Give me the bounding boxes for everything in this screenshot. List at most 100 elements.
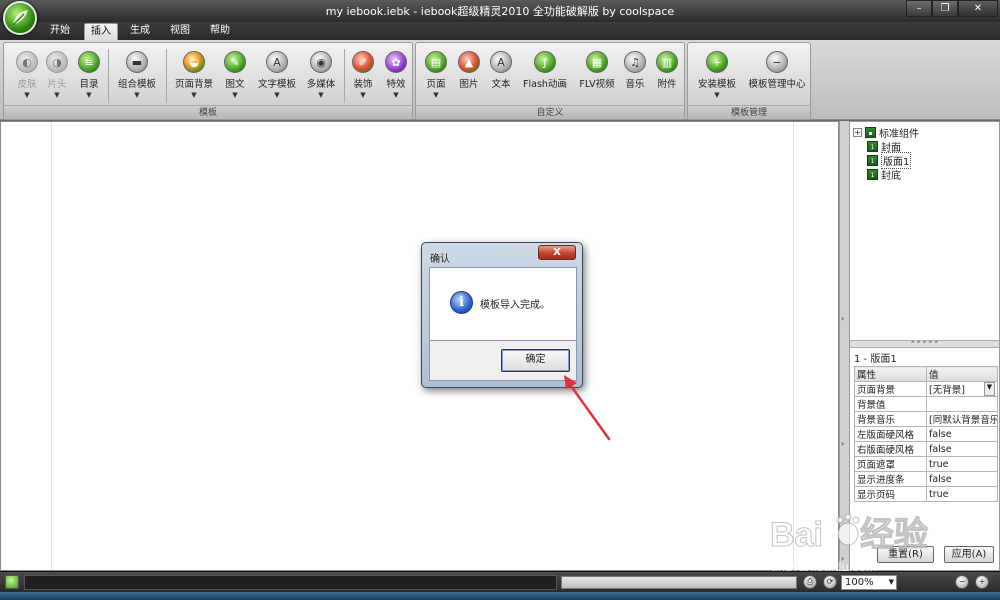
close-window-button[interactable]: ✕ <box>958 0 998 17</box>
status-icon <box>5 575 19 589</box>
ribbon: ◐ 皮肤 ▼ ◑ 片头 ▼ ≡ 目录 ▼ ▬ 组合模板 ▼ ◒ 页面背景 ▼ ✎… <box>0 40 1000 120</box>
install-template-button[interactable]: + 安装模板 ▼ <box>691 47 743 99</box>
page-guide-left <box>51 122 52 570</box>
image-text-icon: ✎ <box>224 51 246 73</box>
flower-icon: ✿ <box>385 51 407 73</box>
svg-text:经验: 经验 <box>860 515 928 554</box>
baidu-logo-icon: Bai 经验 jingyan.baidu.com <box>770 513 929 574</box>
chevron-down-icon: ▼ <box>134 91 140 99</box>
dialog-title: 确认 <box>430 254 450 265</box>
page-icon: 1 <box>867 154 878 166</box>
property-row[interactable]: 页面背景 [无背景] ▼ <box>854 381 998 397</box>
property-row[interactable]: 背景值 <box>854 396 998 412</box>
property-row[interactable]: 背景音乐 [同默认背景音乐] <box>854 411 998 427</box>
minus-icon: − <box>766 51 788 73</box>
properties-header: 1 - 版面1 <box>854 354 897 365</box>
flash-icon: ƒ <box>534 51 556 73</box>
expand-icon[interactable]: + <box>853 127 862 137</box>
chevron-down-icon: ▼ <box>714 91 720 99</box>
dialog-close-button[interactable]: X <box>538 245 576 260</box>
taskbar <box>0 592 1000 600</box>
refresh-icon[interactable]: ⟳ <box>823 575 837 589</box>
tree-item-page1[interactable]: 1 版面1 <box>867 151 912 169</box>
page-icon: 1 <box>867 140 878 152</box>
tree-item-back-cover[interactable]: 1 封底 <box>867 167 901 182</box>
chevron-down-icon: ▼ <box>274 91 280 99</box>
ribbon-group-template: ◐ 皮肤 ▼ ◑ 片头 ▼ ≡ 目录 ▼ ▬ 组合模板 ▼ ◒ 页面背景 ▼ ✎… <box>3 42 413 120</box>
tab-start[interactable]: 开始 <box>44 23 76 40</box>
property-row[interactable]: 右版面硬风格 false <box>854 441 998 457</box>
progress-bar <box>561 576 797 589</box>
title-bar: my iebook.iebk - iebook超级精灵2010 全功能破解版 b… <box>0 0 1000 22</box>
chevron-down-icon: ▼ <box>318 91 324 99</box>
panel-collapse-strip[interactable]: › › › <box>839 121 849 571</box>
toc-button[interactable]: ≡ 目录 ▼ <box>66 47 112 99</box>
tab-insert[interactable]: 插入 <box>84 23 118 40</box>
page-background-icon: ◒ <box>183 51 205 73</box>
chevron-down-icon: ▼ <box>433 91 439 99</box>
flash-button[interactable]: ƒ Flash动画 <box>520 47 570 90</box>
properties-header-row: 属性 值 <box>854 366 998 382</box>
page-icon: ▤ <box>425 51 447 73</box>
chevron-down-icon: ▼ <box>86 91 92 99</box>
ribbon-group-template-manage: + 安装模板 ▼ − 模板管理中心 模板管理 <box>687 42 811 120</box>
right-panel: + ▪ 标准组件 1 封面 1 版面1 1 封底 ⌃⌃⌃⌃⌃ 1 - 版面1 属… <box>849 121 1000 571</box>
chevron-down-icon: ▼ <box>888 578 894 586</box>
menu-bar: 开始 插入 生成 视图 帮助 <box>0 22 1000 40</box>
page-canvas[interactable] <box>0 121 839 571</box>
svg-text:Bai: Bai <box>770 516 823 554</box>
list-icon: ≡ <box>78 51 100 73</box>
properties-grid: 属性 值 页面背景 [无背景] ▼ 背景值 背景音乐 [同默认背景音乐] 左版面硬… <box>854 366 998 502</box>
property-row[interactable]: 显示进度条 false <box>854 471 998 487</box>
property-row[interactable]: 显示页码 true <box>854 486 998 502</box>
text-template-icon: A <box>266 51 288 73</box>
tree-item-standard[interactable]: + ▪ 标准组件 <box>853 125 919 140</box>
zoom-in-icon[interactable]: + <box>975 575 989 589</box>
page-icon: 1 <box>867 168 878 180</box>
ribbon-separator <box>166 49 167 103</box>
page-background-select[interactable]: [无背景] ▼ <box>929 382 995 396</box>
tab-view[interactable]: 视图 <box>164 23 196 40</box>
tab-help[interactable]: 帮助 <box>204 23 236 40</box>
dialog-body: i 模板导入完成。 <box>429 267 577 341</box>
property-row[interactable]: 左版面硬风格 false <box>854 426 998 442</box>
multimedia-icon: ◉ <box>310 51 332 73</box>
column-header-value: 值 <box>926 366 998 382</box>
attachment-icon: ▥ <box>656 51 678 73</box>
tab-build[interactable]: 生成 <box>124 23 156 40</box>
status-text-field <box>24 575 557 590</box>
panel-splitter[interactable]: ⌃⌃⌃⌃⌃ <box>850 340 999 348</box>
brush-icon: ✐ <box>352 51 374 73</box>
chevron-right-icon: › <box>841 439 845 448</box>
template-center-button[interactable]: − 模板管理中心 <box>746 47 808 90</box>
group-label-template-manage: 模板管理 <box>688 105 810 119</box>
combo-template-button[interactable]: ▬ 组合模板 ▼ <box>112 47 162 99</box>
maximize-button[interactable]: ❐ <box>932 0 958 17</box>
attachment-button[interactable]: ▥ 附件 <box>644 47 690 90</box>
dialog-message: 模板导入完成。 <box>480 300 550 311</box>
status-bar: ⎙ ⟳ 100% ▼ − + <box>0 571 1000 592</box>
text-button[interactable]: A 文本 <box>478 47 524 90</box>
film-icon: ▦ <box>586 51 608 73</box>
zoom-out-icon[interactable]: − <box>955 575 969 589</box>
ribbon-separator <box>108 49 109 103</box>
leaf-icon <box>12 10 28 26</box>
info-icon: i <box>450 291 473 314</box>
dropdown-arrow-icon[interactable]: ▼ <box>984 382 995 396</box>
group-label-template: 模板 <box>4 105 412 119</box>
combo-template-icon: ▬ <box>126 51 148 73</box>
print-icon[interactable]: ⎙ <box>803 575 817 589</box>
text-template-button[interactable]: A 文字模板 ▼ <box>252 47 302 99</box>
page-tree: + ▪ 标准组件 1 封面 1 版面1 1 封底 <box>850 122 999 339</box>
column-header-property: 属性 <box>854 366 927 382</box>
app-menu-button[interactable] <box>3 1 37 35</box>
chevron-right-icon: › <box>841 314 845 323</box>
minimize-button[interactable]: – <box>906 0 932 17</box>
property-row[interactable]: 页面遮罩 true <box>854 456 998 472</box>
window-controls: – ❐ ✕ <box>906 0 998 17</box>
annotation-arrow-icon <box>564 375 611 441</box>
zoom-select[interactable]: 100% ▼ <box>841 575 897 590</box>
image-icon: ▲ <box>458 51 480 73</box>
text-icon: A <box>490 51 512 73</box>
multimedia-button[interactable]: ◉ 多媒体 ▼ <box>298 47 344 99</box>
